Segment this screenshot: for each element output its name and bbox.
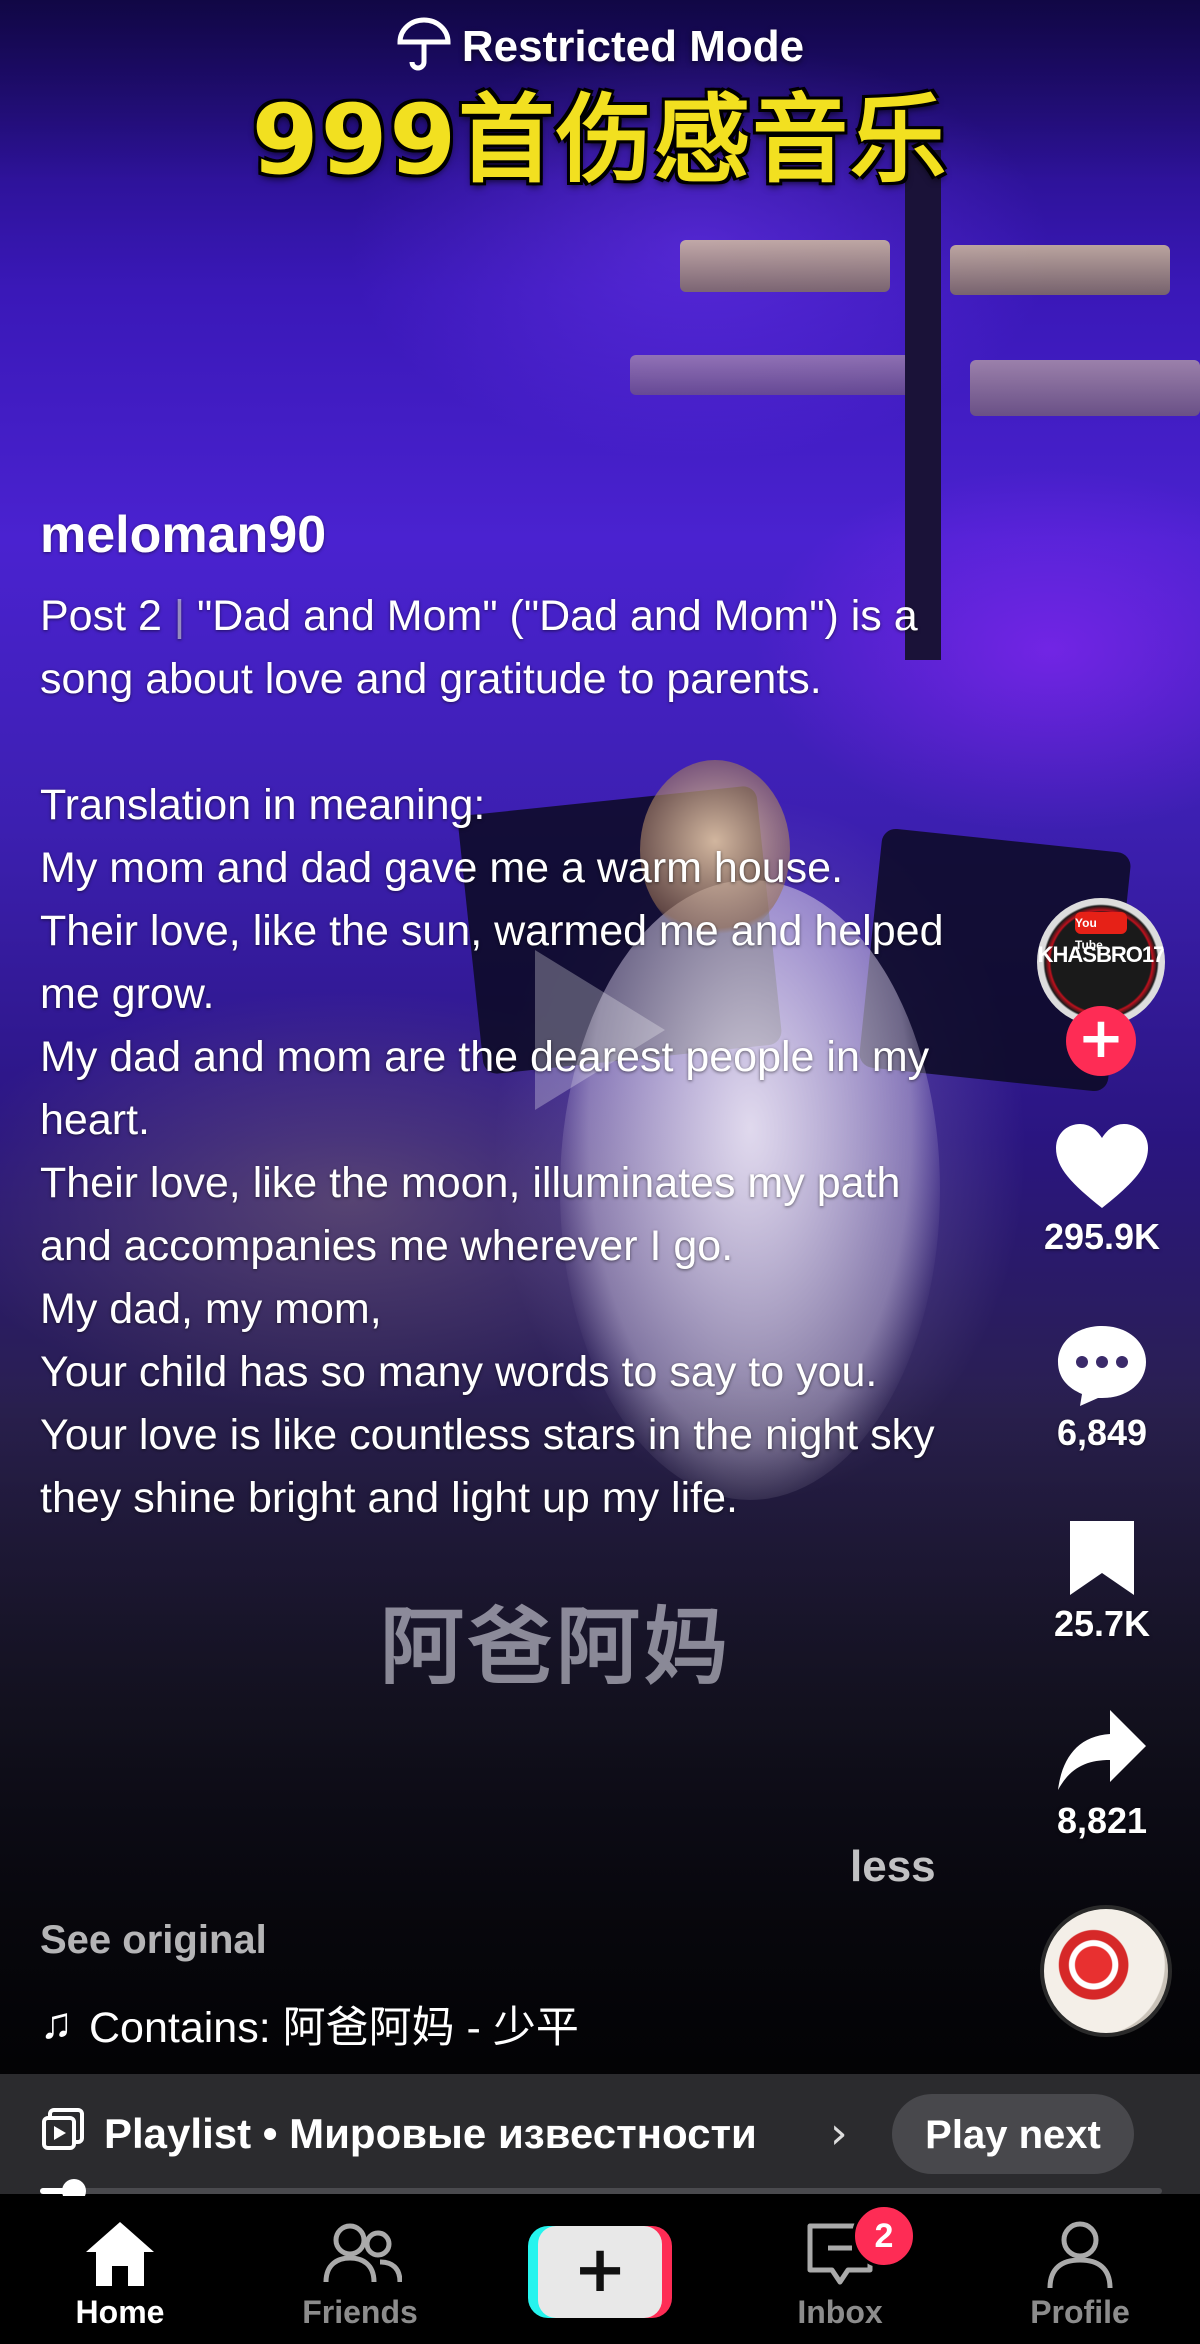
play-next-button[interactable]: Play next <box>892 2094 1134 2174</box>
heart-icon <box>1052 1124 1152 1216</box>
nav-profile-label: Profile <box>1030 2294 1130 2330</box>
comment-count: 6,849 <box>1056 1412 1148 1453</box>
caption-translation-header: Translation in meaning: <box>40 781 486 829</box>
share-count: 8,821 <box>1056 1800 1148 1841</box>
playlist-label-row[interactable]: Playlist • Мировые известности <box>40 2074 757 2194</box>
caption-line: Your child has so many words to say to y… <box>40 1348 878 1396</box>
stage-keyboard <box>950 245 1170 295</box>
caption-line: Their love, like the sun, warmed me and … <box>40 907 944 1018</box>
caption-line: My dad, my mom, <box>40 1285 382 1333</box>
like-button[interactable]: 295.9K <box>1040 1120 1164 1258</box>
music-info[interactable]: ♫ Contains: 阿爸阿妈 - 少平 <box>40 1993 579 2055</box>
music-label: Contains: 阿爸阿妈 - 少平 <box>89 2004 579 2052</box>
nav-inbox-label: Inbox <box>797 2294 883 2330</box>
caption-line: they shine bright and light up my life. <box>40 1474 738 1522</box>
share-button[interactable]: 8,821 <box>1040 1706 1164 1842</box>
caption-line: Your love is like countless stars in the… <box>40 1411 935 1459</box>
chevron-right-icon[interactable]: › <box>830 2108 848 2159</box>
nav-profile[interactable]: Profile <box>980 2196 1180 2344</box>
post-caption[interactable]: Post 2 | "Dad and Mom" ("Dad and Mom") i… <box>40 585 960 1530</box>
mic-stand <box>905 150 941 660</box>
inbox-badge: 2 <box>852 2204 916 2268</box>
bottom-nav: Home Friends + Inbox 2 Profile <box>0 2196 1200 2344</box>
plus-icon: + <box>538 2226 662 2318</box>
share-icon <box>1054 1710 1150 1800</box>
save-count: 25.7K <box>1053 1603 1151 1644</box>
youtube-badge: You Tube <box>1075 912 1127 952</box>
video-subtitle: 阿爸阿妈 <box>380 1598 733 1696</box>
bookmark-icon <box>1064 1521 1140 1603</box>
playlist-icon <box>40 2106 86 2162</box>
nav-home[interactable]: Home <box>20 2196 220 2344</box>
comment-button[interactable]: 6,849 <box>1040 1322 1164 1454</box>
stage-keyboard <box>970 360 1200 416</box>
caption-line: My dad and mom are the dearest people in… <box>40 1033 930 1144</box>
avatar-channel-name: KHASBRO17 <box>1037 942 1165 967</box>
post-username[interactable]: meloman90 <box>40 505 326 565</box>
nav-friends-label: Friends <box>302 2294 418 2330</box>
follow-button[interactable]: + <box>1066 1006 1136 1076</box>
playlist-bar[interactable]: Playlist • Мировые известности › Play ne… <box>0 2074 1200 2194</box>
create-button[interactable]: + <box>528 2226 672 2318</box>
see-original-button[interactable]: See original <box>40 1918 267 1963</box>
video-overlay-title: 999首伤感音乐 <box>251 84 949 196</box>
music-note-icon: ♫ <box>40 1999 73 2048</box>
stage-keyboard <box>630 355 930 395</box>
nav-friends[interactable]: Friends <box>260 2196 460 2344</box>
comment-icon <box>1052 1326 1152 1412</box>
caption-line: My mom and dad gave me a warm house. <box>40 844 844 892</box>
like-count: 295.9K <box>1043 1216 1161 1257</box>
save-button[interactable]: 25.7K <box>1040 1515 1164 1645</box>
less-button[interactable]: less <box>850 1842 936 1892</box>
video-progress-bar[interactable] <box>40 2179 1162 2203</box>
stage-keyboard <box>680 240 890 292</box>
caption-intro: Post 2 | "Dad and Mom" ("Dad and Mom") i… <box>40 592 918 703</box>
music-disc[interactable] <box>1040 1905 1172 2037</box>
nav-home-label: Home <box>75 2294 165 2330</box>
caption-line: Their love, like the moon, illuminates m… <box>40 1159 901 1270</box>
playlist-label: Playlist • Мировые известности <box>104 2110 757 2157</box>
